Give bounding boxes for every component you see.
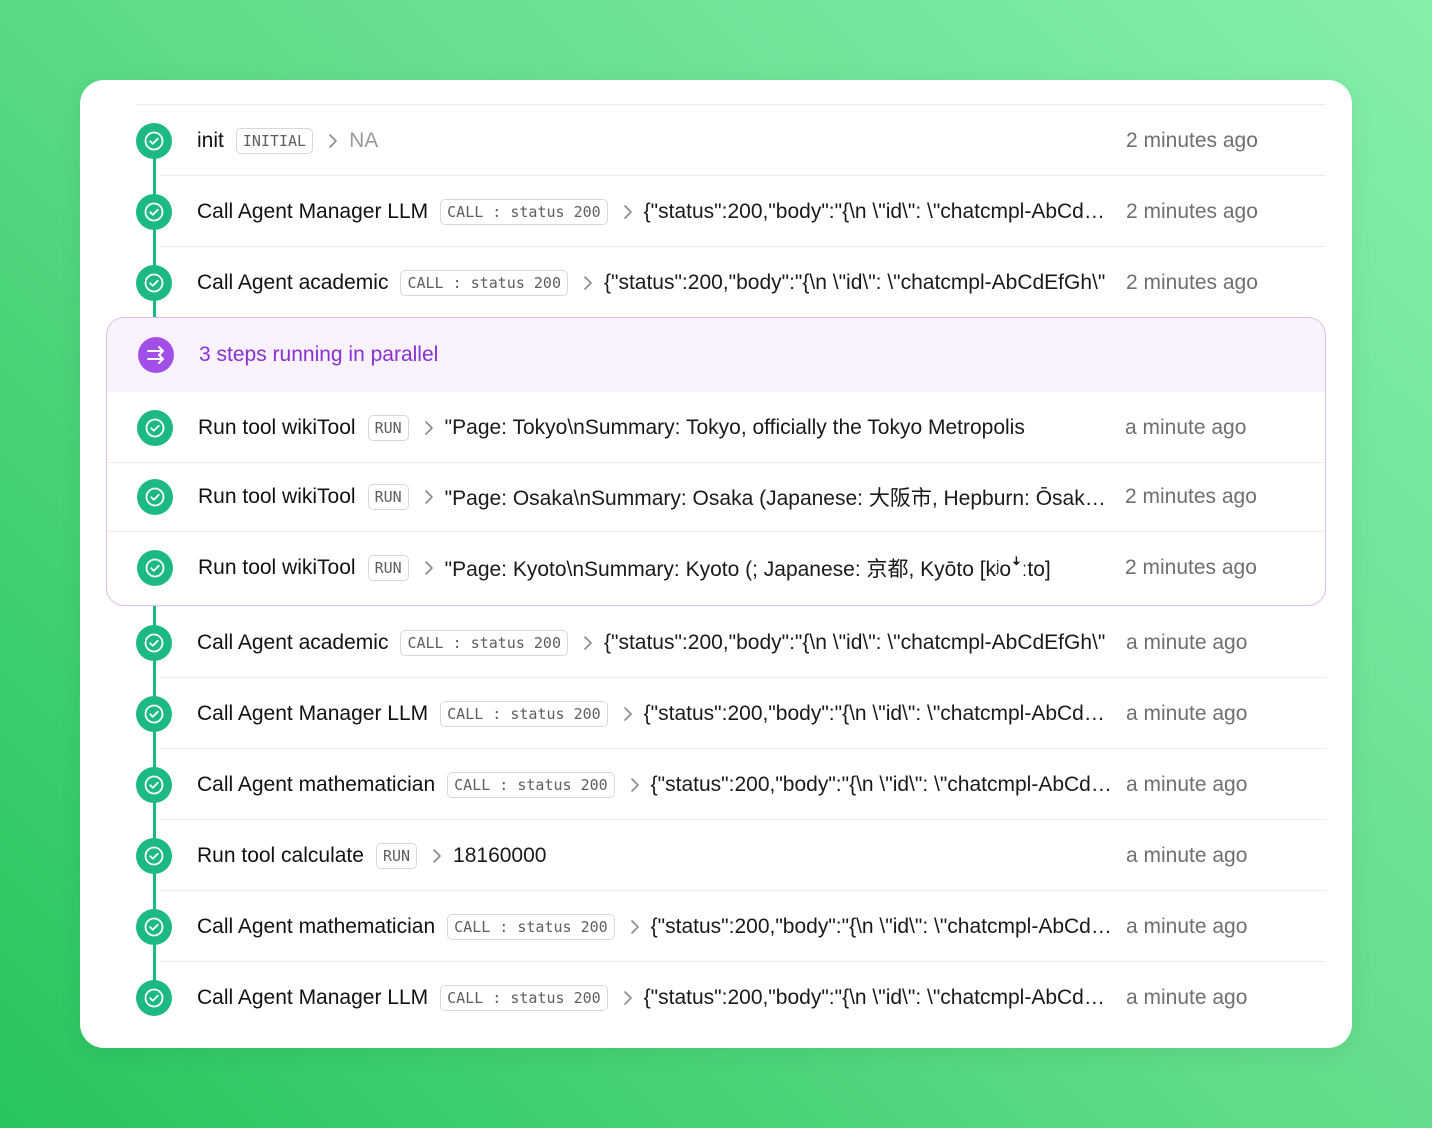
- step-timestamp: 2 minutes ago: [1125, 484, 1257, 508]
- step-type-badge: CALL : status 200: [400, 629, 568, 656]
- chevron-right-icon[interactable]: [327, 133, 339, 149]
- step-timestamp: 2 minutes ago: [1125, 555, 1257, 579]
- chevron-right-icon[interactable]: [431, 848, 443, 864]
- step-timestamp: a minute ago: [1126, 985, 1248, 1009]
- step-name: Call Agent Manager LLM: [197, 985, 429, 1009]
- chevron-right-icon[interactable]: [423, 420, 435, 436]
- step-timestamp: 2 minutes ago: [1126, 199, 1258, 223]
- step-timestamp: a minute ago: [1125, 415, 1247, 439]
- step-output: 18160000: [453, 843, 547, 867]
- step-type-badge: RUN: [367, 483, 409, 510]
- step-output: {"status":200,"body":"{\n \"id\": \"chat…: [643, 985, 1114, 1009]
- step-timestamp: a minute ago: [1126, 630, 1248, 654]
- step-type-badge: CALL : status 200: [447, 771, 615, 798]
- step-name: Call Agent Manager LLM: [197, 199, 429, 223]
- step-type-badge: CALL : status 200: [440, 984, 608, 1011]
- step-output: NA: [349, 128, 379, 152]
- check-circle-icon: [136, 122, 172, 159]
- step-name: Run tool wikiTool: [198, 555, 356, 579]
- step-row[interactable]: Run tool wikiTool RUN "Page: Tokyo\nSummar…: [107, 392, 1325, 463]
- step-timestamp: 2 minutes ago: [1126, 270, 1258, 294]
- step-type-badge: CALL : status 200: [400, 269, 568, 296]
- step-output: "Page: Kyoto\nSummary: Kyoto (; Japanese…: [444, 557, 1051, 581]
- step-name: Run tool calculate: [197, 843, 364, 867]
- step-type-badge: CALL : status 200: [440, 198, 608, 225]
- step-row[interactable]: Call Agent Manager LLM CALL : status 200 {…: [136, 176, 1326, 247]
- step-name: Call Agent academic: [197, 630, 389, 654]
- chevron-right-icon[interactable]: [629, 777, 641, 793]
- step-type-badge: CALL : status 200: [440, 700, 608, 727]
- check-circle-icon: [136, 624, 172, 661]
- chevron-right-icon[interactable]: [423, 489, 435, 505]
- step-row[interactable]: Call Agent Manager LLM CALL : status 200 {…: [136, 678, 1326, 749]
- step-name: Run tool wikiTool: [198, 415, 356, 439]
- step-row[interactable]: Call Agent mathematician CALL : status 20…: [136, 749, 1326, 820]
- step-name: Run tool wikiTool: [198, 484, 356, 508]
- step-row[interactable]: Call Agent academic CALL : status 200 {"st…: [136, 247, 1326, 318]
- step-timestamp: a minute ago: [1126, 701, 1248, 725]
- step-output: {"status":200,"body":"{\n \"id\": \"chat…: [603, 270, 1106, 294]
- step-type-badge: RUN: [375, 842, 418, 869]
- step-row[interactable]: Call Agent mathematician CALL : status 20…: [136, 891, 1326, 962]
- step-type-badge: CALL : status 200: [447, 913, 615, 940]
- check-circle-icon: [136, 837, 172, 874]
- step-type-badge: RUN: [367, 554, 409, 581]
- chevron-right-icon[interactable]: [423, 560, 435, 576]
- step-output: {"status":200,"body":"{\n \"id\": \"chat…: [650, 772, 1114, 796]
- parallel-group-label: 3 steps running in parallel: [199, 343, 439, 366]
- step-name: Call Agent Manager LLM: [197, 701, 429, 725]
- step-name: Call Agent mathematician: [197, 914, 436, 938]
- step-row[interactable]: Run tool calculate RUN 18160000 a minute ag…: [136, 820, 1326, 891]
- check-circle-icon: [136, 695, 172, 732]
- check-circle-icon: [136, 264, 172, 301]
- step-output: {"status":200,"body":"{\n \"id\": \"chat…: [603, 630, 1106, 654]
- step-row[interactable]: Run tool wikiTool RUN "Page: Osaka\nSummar…: [107, 461, 1325, 532]
- step-row[interactable]: init INITIAL NA 2 minutes ago: [136, 105, 1326, 176]
- step-row[interactable]: Run tool wikiTool RUN "Page: Kyoto\nSummar…: [137, 532, 1325, 603]
- step-type-badge: RUN: [367, 414, 409, 441]
- step-timestamp: 2 minutes ago: [1126, 128, 1258, 152]
- check-circle-icon: [136, 766, 172, 803]
- step-name: init: [197, 128, 224, 152]
- check-circle-icon: [137, 409, 173, 446]
- chevron-right-icon[interactable]: [622, 706, 634, 722]
- chevron-right-icon[interactable]: [582, 635, 594, 651]
- chevron-right-icon[interactable]: [622, 990, 634, 1006]
- parallel-steps-group: 3 steps running in parallel Run tool wik…: [106, 317, 1326, 606]
- step-timestamp: a minute ago: [1126, 914, 1248, 938]
- step-output: {"status":200,"body":"{\n \"id\": \"chat…: [650, 914, 1114, 938]
- check-circle-icon: [137, 478, 173, 515]
- chevron-right-icon[interactable]: [629, 919, 641, 935]
- step-output: "Page: Tokyo\nSummary: Tokyo, officially…: [444, 415, 1025, 439]
- chevron-right-icon[interactable]: [582, 275, 594, 291]
- check-circle-icon: [136, 979, 172, 1016]
- check-circle-icon: [137, 549, 173, 586]
- step-timestamp: a minute ago: [1126, 843, 1248, 867]
- chevron-right-icon[interactable]: [622, 204, 634, 220]
- step-name: Call Agent mathematician: [197, 772, 436, 796]
- step-timestamp: a minute ago: [1126, 772, 1248, 796]
- step-output: {"status":200,"body":"{\n \"id\": \"chat…: [643, 199, 1114, 223]
- step-row[interactable]: Call Agent Manager LLM CALL : status 200 {…: [136, 962, 1326, 1033]
- check-circle-icon: [136, 908, 172, 945]
- parallel-group-header[interactable]: 3 steps running in parallel: [107, 318, 1325, 392]
- step-row[interactable]: Call Agent academic CALL : status 200 {"st…: [136, 607, 1326, 678]
- step-name: Call Agent academic: [197, 270, 389, 294]
- check-circle-icon: [136, 193, 172, 230]
- step-output: {"status":200,"body":"{\n \"id\": \"chat…: [643, 701, 1114, 725]
- step-type-badge: INITIAL: [235, 127, 314, 154]
- step-output: "Page: Osaka\nSummary: Osaka (Japanese: …: [444, 486, 1113, 510]
- parallel-arrows-icon: [138, 337, 174, 373]
